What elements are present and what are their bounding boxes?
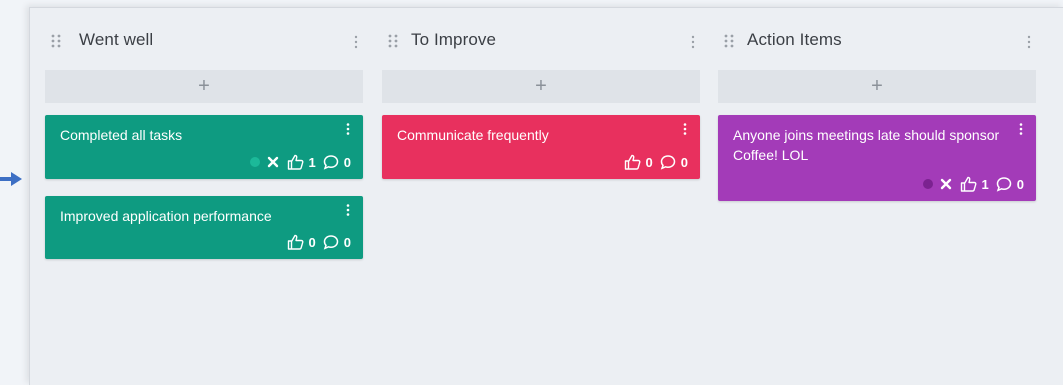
close-icon[interactable] [940,178,952,190]
like-count: 1 [308,154,316,170]
comment-count: 0 [343,154,351,170]
speech-bubble-icon[interactable] [323,234,339,250]
card-menu-icon[interactable] [346,123,350,135]
card-footer: 0 0 [287,233,351,251]
card-improved-performance[interactable]: Improved application performance 0 0 [45,196,363,259]
thumbs-up-icon[interactable] [960,176,977,192]
comment-count: 0 [343,234,351,250]
card-text: Communicate frequently [397,127,549,143]
like-count: 0 [308,234,316,250]
column-header: Went well [45,26,363,56]
speech-bubble-icon[interactable] [323,154,339,170]
drag-handle-icon[interactable] [51,33,61,49]
card-footer: 1 0 [249,153,351,171]
status-dot-icon [249,157,260,167]
speech-bubble-icon[interactable] [996,176,1012,192]
card-text: Improved application performance [60,208,272,224]
thumbs-up-icon[interactable] [287,234,304,250]
card-footer: 0 0 [624,153,688,171]
card-join-meetings-late[interactable]: Anyone joins meetings late should sponso… [718,115,1036,201]
column-title: Action Items [747,30,842,49]
comment-count: 0 [680,154,688,170]
thumbs-up-icon[interactable] [287,154,304,170]
like-count: 0 [645,154,653,170]
drag-handle-icon[interactable] [388,33,398,49]
card-text: Anyone joins meetings late should sponso… [733,127,1000,163]
status-dot-icon [922,179,933,189]
card-communicate-frequently[interactable]: Communicate frequently 0 0 [382,115,700,179]
card-footer: 1 0 [922,175,1024,193]
arrow-right-icon [0,172,22,186]
comment-count: 0 [1016,176,1024,192]
column-menu-icon[interactable] [691,35,695,49]
add-card-button[interactable]: + [382,70,700,103]
add-card-button[interactable]: + [718,70,1036,103]
column-header: Action Items [718,26,1036,56]
close-icon[interactable] [267,156,279,168]
card-completed-all-tasks[interactable]: Completed all tasks 1 0 [45,115,363,179]
drag-handle-icon[interactable] [724,33,734,49]
card-menu-icon[interactable] [683,123,687,135]
column-menu-icon[interactable] [354,35,358,49]
column-menu-icon[interactable] [1027,35,1031,49]
speech-bubble-icon[interactable] [660,154,676,170]
card-text: Completed all tasks [60,127,183,143]
card-menu-icon[interactable] [346,204,350,216]
column-title: Went well [79,30,154,49]
add-card-button[interactable]: + [45,70,363,103]
retro-board: Went well + Completed all tasks 1 0 Impr… [29,7,1063,385]
thumbs-up-icon[interactable] [624,154,641,170]
like-count: 1 [981,176,989,192]
column-title: To Improve [411,30,497,49]
column-header: To Improve [382,26,700,56]
card-menu-icon[interactable] [1019,123,1023,135]
